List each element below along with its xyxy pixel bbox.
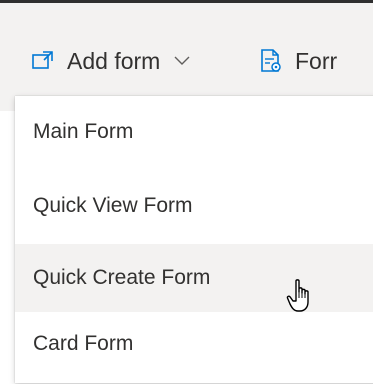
- menu-item-label: Card Form: [33, 332, 134, 355]
- add-form-button[interactable]: Add form: [32, 43, 190, 79]
- form-editor-screenshot: Add form Forr Main Form Quick View Form …: [0, 0, 373, 384]
- menu-item-label: Quick View Form: [33, 194, 193, 217]
- menu-item-card-form[interactable]: Card Form: [15, 316, 373, 372]
- form-button[interactable]: Forr: [260, 43, 337, 79]
- add-form-label: Add form: [67, 47, 161, 74]
- form-label: Forr: [295, 47, 338, 74]
- menu-item-main-form[interactable]: Main Form: [15, 104, 373, 160]
- form-settings-icon: [260, 49, 282, 73]
- hand-pointer-icon: [286, 278, 316, 314]
- menu-item-label: Quick Create Form: [33, 266, 211, 289]
- add-form-dropdown-menu: Main Form Quick View Form Quick Create F…: [15, 96, 373, 383]
- menu-item-label: Main Form: [33, 120, 134, 143]
- menu-item-quick-view-form[interactable]: Quick View Form: [15, 178, 373, 234]
- menu-item-quick-create-form[interactable]: Quick Create Form: [15, 244, 373, 312]
- command-bar: Add form Forr: [0, 3, 373, 111]
- chevron-down-icon: [174, 56, 190, 66]
- new-window-icon: [32, 51, 54, 71]
